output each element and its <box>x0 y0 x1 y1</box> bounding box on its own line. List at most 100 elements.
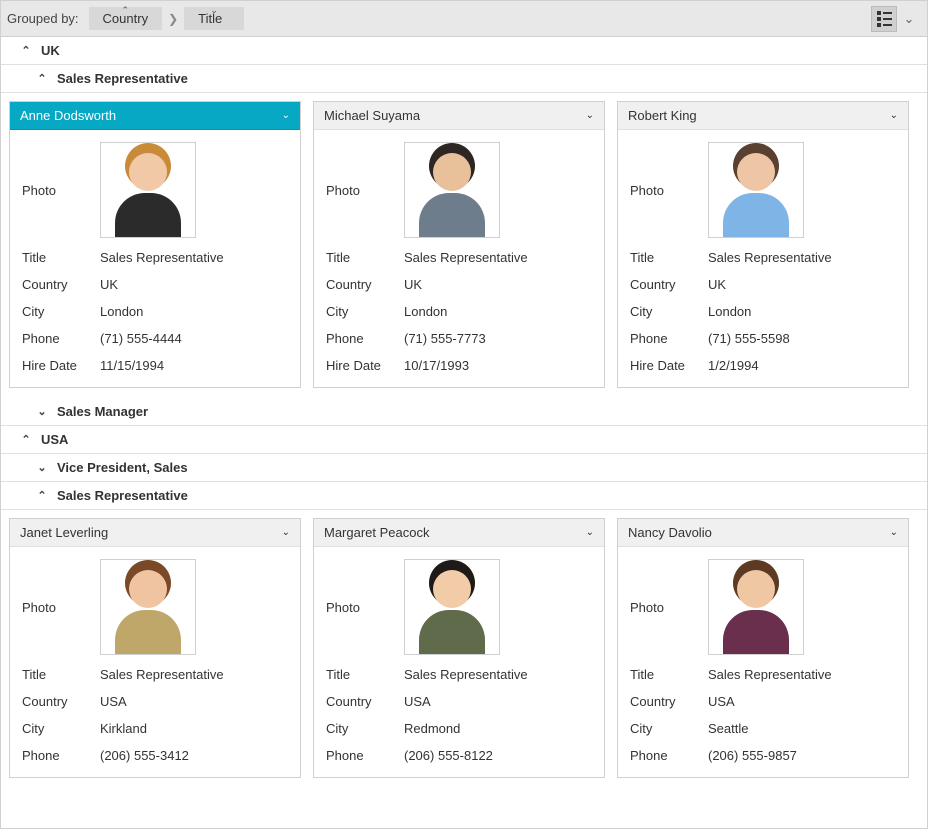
card-body: Photo TitleSales Representative CountryU… <box>618 547 908 777</box>
card-name: Robert King <box>628 108 697 123</box>
field-label: Phone <box>326 331 404 346</box>
field-value: USA <box>708 694 896 709</box>
chevron-down-icon: ⌄ <box>35 405 49 418</box>
field-label: Photo <box>326 600 404 615</box>
group-header-uk[interactable]: ⌃ UK <box>1 37 927 65</box>
group-header-usa-sales-rep[interactable]: ⌃ Sales Representative <box>1 482 927 510</box>
employee-card[interactable]: Anne Dodsworth ⌄ Photo TitleSales Repres… <box>9 101 301 388</box>
field-value: (206) 555-3412 <box>100 748 288 763</box>
field-label: Country <box>22 694 100 709</box>
chevron-up-icon: ⌃ <box>35 489 49 502</box>
field-value: 11/15/1994 <box>100 358 288 373</box>
avatar <box>108 564 188 654</box>
field-value: (71) 555-7773 <box>404 331 592 346</box>
group-header-usa[interactable]: ⌃ USA <box>1 426 927 454</box>
field-label: Country <box>326 277 404 292</box>
card-body: Photo TitleSales Representative CountryU… <box>314 547 604 777</box>
field-label: Hire Date <box>326 358 404 373</box>
field-label: Title <box>22 250 100 265</box>
field-label: Country <box>326 694 404 709</box>
sort-desc-icon: ⌄ <box>210 5 218 16</box>
field-label: Country <box>630 694 708 709</box>
field-value: (206) 555-9857 <box>708 748 896 763</box>
chevron-down-icon: ⌄ <box>890 527 898 538</box>
group-label: Vice President, Sales <box>57 460 188 475</box>
photo-frame <box>100 142 196 238</box>
field-label: City <box>326 721 404 736</box>
photo-frame <box>708 142 804 238</box>
avatar <box>716 564 796 654</box>
field-value: USA <box>100 694 288 709</box>
employee-card[interactable]: Janet Leverling ⌄ Photo TitleSales Repre… <box>9 518 301 778</box>
employee-card[interactable]: Michael Suyama ⌄ Photo TitleSales Repres… <box>313 101 605 388</box>
grouping-toolbar: Grouped by: ⌃ Country ❯ ⌄ Title ⌄ <box>1 1 927 37</box>
field-label: City <box>22 721 100 736</box>
employee-card[interactable]: Nancy Davolio ⌄ Photo TitleSales Represe… <box>617 518 909 778</box>
field-value: (71) 555-5598 <box>708 331 896 346</box>
field-label: Phone <box>22 748 100 763</box>
field-value: Kirkland <box>100 721 288 736</box>
card-name: Janet Leverling <box>20 525 108 540</box>
field-value: (71) 555-4444 <box>100 331 288 346</box>
field-label: Phone <box>630 331 708 346</box>
group-label: USA <box>41 432 68 447</box>
field-label: Title <box>326 250 404 265</box>
group-crumb-title[interactable]: ⌄ Title <box>184 7 244 30</box>
group-crumb-country[interactable]: ⌃ Country <box>89 7 163 30</box>
group-header-uk-sales-manager[interactable]: ⌄ Sales Manager <box>1 398 927 426</box>
cards-row: Anne Dodsworth ⌄ Photo TitleSales Repres… <box>1 93 927 398</box>
card-body: Photo TitleSales Representative CountryU… <box>618 130 908 387</box>
field-label: Photo <box>22 600 100 615</box>
card-header[interactable]: Margaret Peacock ⌄ <box>314 519 604 547</box>
chevron-down-icon: ⌄ <box>282 110 290 121</box>
chevron-down-icon: ⌄ <box>890 110 898 121</box>
card-name: Michael Suyama <box>324 108 420 123</box>
employee-card[interactable]: Margaret Peacock ⌄ Photo TitleSales Repr… <box>313 518 605 778</box>
field-label: Photo <box>326 183 404 198</box>
card-body: Photo TitleSales Representative CountryU… <box>10 130 300 387</box>
cards-row: Janet Leverling ⌄ Photo TitleSales Repre… <box>1 510 927 788</box>
card-header[interactable]: Michael Suyama ⌄ <box>314 102 604 130</box>
field-value: London <box>100 304 288 319</box>
field-value: Sales Representative <box>708 250 896 265</box>
field-label: Photo <box>630 183 708 198</box>
card-name: Anne Dodsworth <box>20 108 116 123</box>
card-header[interactable]: Janet Leverling ⌄ <box>10 519 300 547</box>
field-value: 10/17/1993 <box>404 358 592 373</box>
card-header[interactable]: Nancy Davolio ⌄ <box>618 519 908 547</box>
avatar <box>716 147 796 237</box>
field-value: Redmond <box>404 721 592 736</box>
content-scroll-area[interactable]: ⌃ UK ⌃ Sales Representative Anne Dodswor… <box>1 37 927 828</box>
sort-asc-icon: ⌃ <box>122 5 130 16</box>
field-value: London <box>708 304 896 319</box>
field-value: Sales Representative <box>100 250 288 265</box>
field-value: (206) 555-8122 <box>404 748 592 763</box>
group-label: Sales Representative <box>57 488 188 503</box>
field-label: City <box>326 304 404 319</box>
field-value: USA <box>404 694 592 709</box>
avatar <box>412 147 492 237</box>
field-label: Photo <box>22 183 100 198</box>
field-label: Hire Date <box>22 358 100 373</box>
view-mode-button[interactable] <box>871 6 897 32</box>
view-mode-dropdown[interactable]: ⌄ <box>897 6 921 32</box>
chevron-down-icon: ⌄ <box>586 527 594 538</box>
field-label: Title <box>22 667 100 682</box>
list-icon <box>877 11 892 27</box>
card-body: Photo TitleSales Representative CountryU… <box>314 130 604 387</box>
field-label: City <box>630 304 708 319</box>
group-header-uk-sales-rep[interactable]: ⌃ Sales Representative <box>1 65 927 93</box>
avatar <box>412 564 492 654</box>
field-value: Sales Representative <box>100 667 288 682</box>
chevron-down-icon: ⌄ <box>282 527 290 538</box>
card-name: Margaret Peacock <box>324 525 430 540</box>
group-header-usa-vp[interactable]: ⌄ Vice President, Sales <box>1 454 927 482</box>
card-header[interactable]: Robert King ⌄ <box>618 102 908 130</box>
photo-frame <box>100 559 196 655</box>
field-value: Sales Representative <box>404 667 592 682</box>
card-header[interactable]: Anne Dodsworth ⌄ <box>10 102 300 130</box>
chevron-down-icon: ⌄ <box>35 461 49 474</box>
field-value: Sales Representative <box>404 250 592 265</box>
employee-card[interactable]: Robert King ⌄ Photo TitleSales Represent… <box>617 101 909 388</box>
card-name: Nancy Davolio <box>628 525 712 540</box>
